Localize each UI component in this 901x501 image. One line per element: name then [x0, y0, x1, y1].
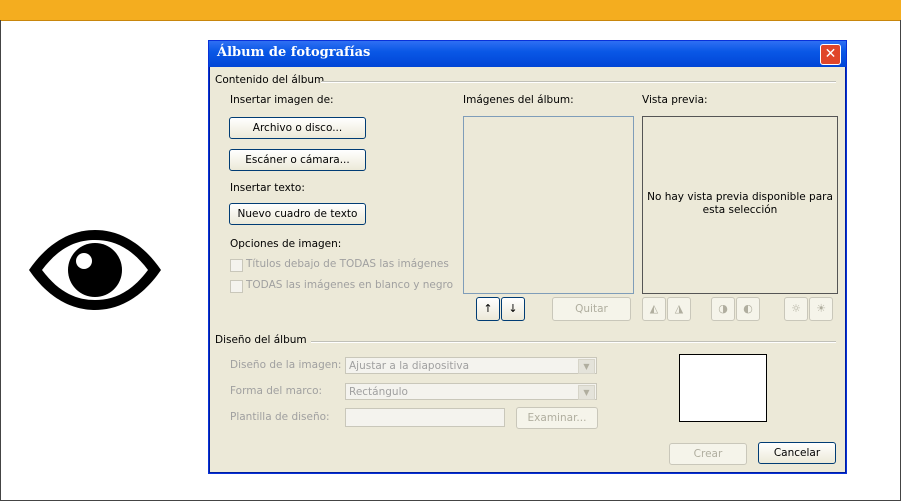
picture-layout-label: Diseño de la imagen: — [230, 359, 342, 371]
album-images-list[interactable] — [463, 116, 634, 294]
file-or-disk-button[interactable]: Archivo o disco... — [229, 117, 366, 139]
black-white-checkbox-label: TODAS las imágenes en blanco y negro — [246, 279, 454, 291]
dialog-title: Álbum de fotografías — [217, 45, 371, 60]
dialog-titlebar[interactable]: Álbum de fotografías ✕ — [209, 41, 846, 67]
rotate-left-icon[interactable]: ◭ — [642, 297, 666, 321]
contrast-up-icon[interactable]: ◑ — [711, 297, 735, 321]
top-banner — [0, 0, 901, 21]
preview-message-line1: No hay vista previa disponible para — [647, 191, 833, 203]
black-white-checkbox[interactable] — [230, 280, 243, 293]
chevron-down-icon: ▼ — [578, 359, 595, 374]
album-layout-section-label: Diseño del álbum — [215, 334, 307, 346]
captions-checkbox[interactable] — [230, 259, 243, 272]
layout-preview-thumbnail — [679, 354, 767, 422]
move-down-button[interactable]: ↓ — [501, 297, 525, 321]
design-template-input[interactable] — [345, 408, 505, 427]
preview-pane: No hay vista previa disponible para esta… — [642, 116, 838, 294]
move-up-button[interactable]: ↑ — [476, 297, 500, 321]
picture-layout-select[interactable]: Ajustar a la diapositiva ▼ — [345, 357, 597, 374]
remove-button[interactable]: Quitar — [552, 297, 631, 321]
frame-shape-value: Rectángulo — [349, 386, 408, 398]
preview-label: Vista previa: — [642, 94, 708, 106]
eye-icon — [29, 230, 161, 310]
preview-message-line2: esta selección — [702, 204, 778, 216]
new-text-box-button[interactable]: Nuevo cuadro de texto — [229, 203, 366, 225]
frame-shape-label: Forma del marco: — [230, 385, 323, 397]
close-icon[interactable]: ✕ — [820, 44, 841, 65]
brightness-up-icon[interactable]: ☼ — [784, 297, 808, 321]
album-images-label: Imágenes del álbum: — [463, 94, 574, 106]
photo-album-dialog: Álbum de fotografías ✕ Contenido del álb… — [208, 40, 847, 474]
scanner-or-camera-button[interactable]: Escáner o cámara... — [229, 149, 366, 171]
contrast-down-icon[interactable]: ◐ — [736, 297, 760, 321]
chevron-down-icon: ▼ — [578, 385, 595, 400]
brightness-down-icon[interactable]: ☀ — [809, 297, 833, 321]
section-divider — [321, 81, 836, 83]
rotate-right-icon[interactable]: ◮ — [667, 297, 691, 321]
frame-shape-select[interactable]: Rectángulo ▼ — [345, 383, 597, 400]
cancel-button[interactable]: Cancelar — [758, 442, 836, 464]
design-template-label: Plantilla de diseño: — [230, 411, 330, 423]
section-divider — [311, 341, 836, 343]
album-content-section-label: Contenido del álbum — [215, 74, 325, 86]
insert-text-label: Insertar texto: — [230, 182, 305, 194]
captions-checkbox-label: Títulos debajo de TODAS las imágenes — [246, 258, 449, 270]
image-options-label: Opciones de imagen: — [230, 238, 342, 250]
create-button[interactable]: Crear — [669, 443, 747, 465]
insert-image-label: Insertar imagen de: — [230, 94, 334, 106]
picture-layout-value: Ajustar a la diapositiva — [349, 360, 470, 372]
preview-message: No hay vista previa disponible para esta… — [643, 191, 837, 217]
browse-button[interactable]: Examinar... — [516, 407, 598, 429]
